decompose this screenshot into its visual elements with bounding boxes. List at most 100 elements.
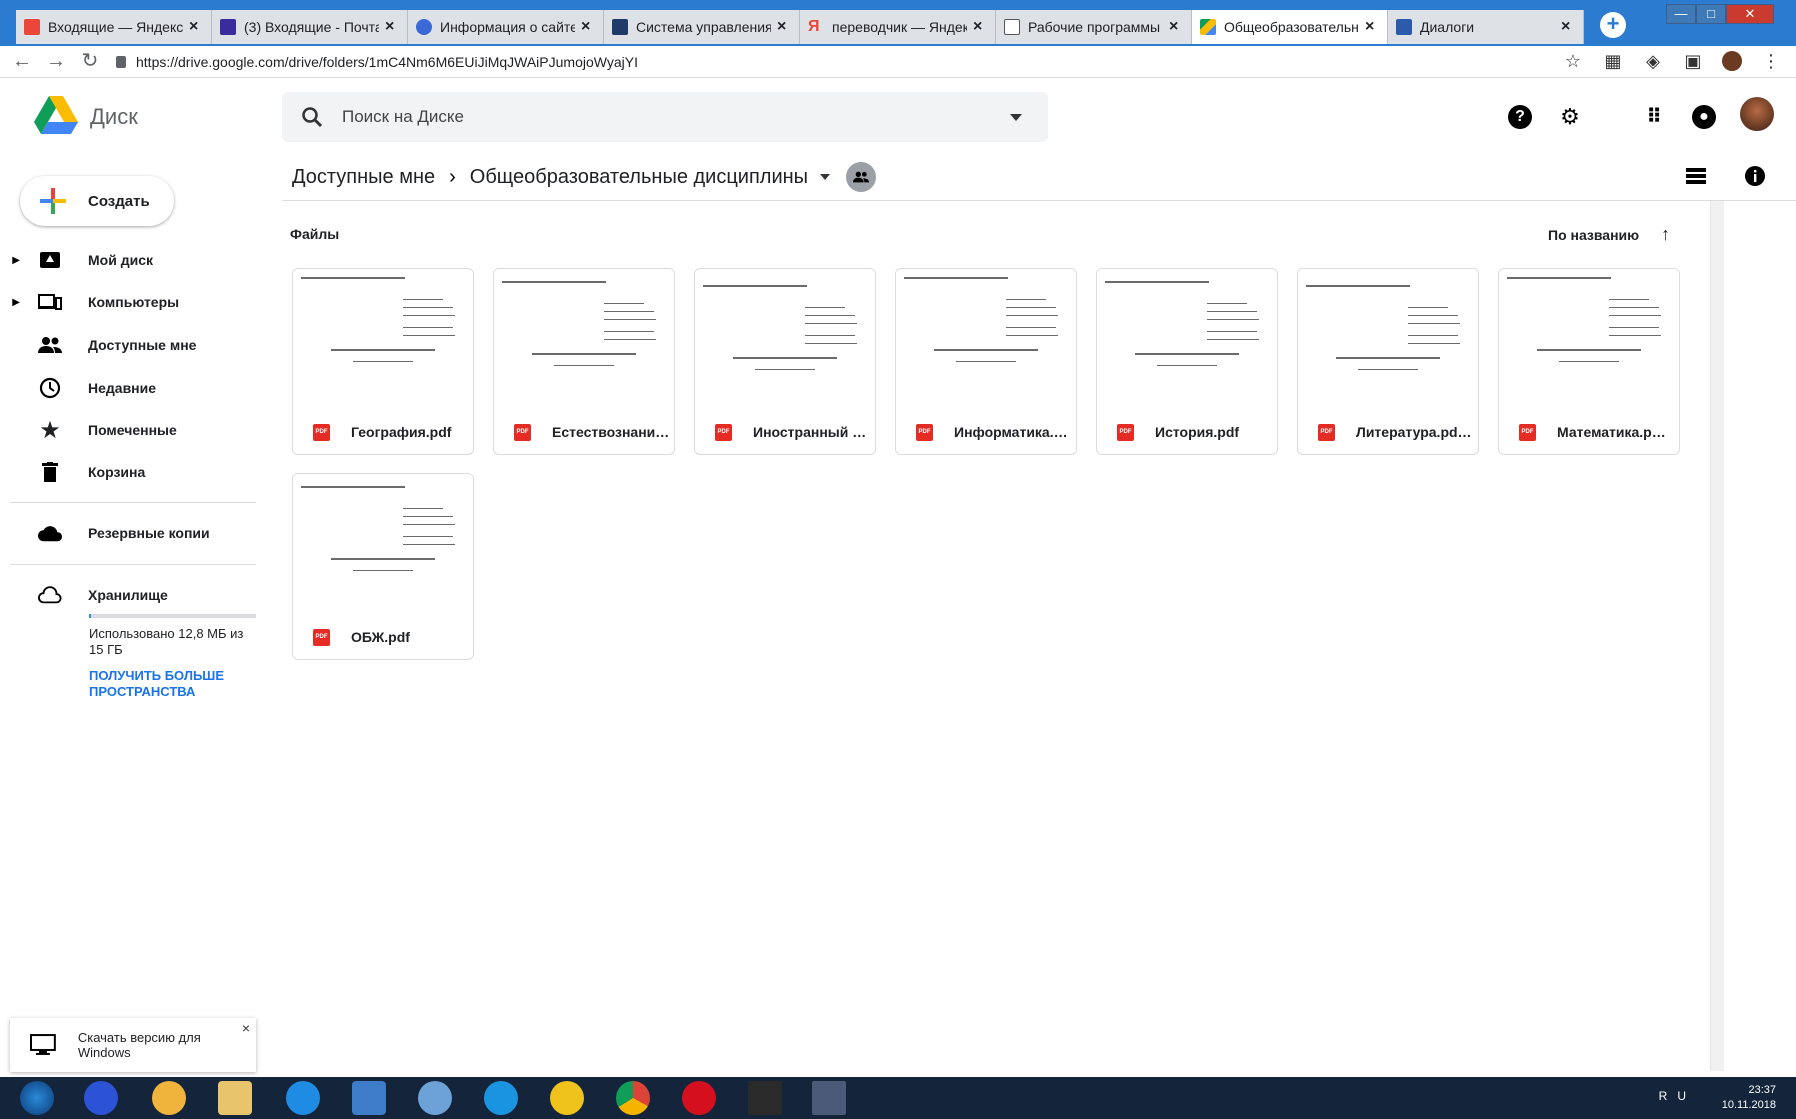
file-meta[interactable]: PDF Математика.p… [1499, 409, 1679, 454]
drive-logo-icon[interactable] [34, 96, 78, 134]
sidebar-item-starred[interactable]: ★ Помеченные [0, 411, 256, 449]
star-icon[interactable]: ☆ [1562, 50, 1584, 72]
minimize-button[interactable]: — [1666, 4, 1696, 24]
file-card[interactable]: PDF История.pdf [1096, 268, 1278, 455]
opera-icon[interactable] [682, 1081, 716, 1115]
browser-tab-active[interactable]: Общеобразовательны × [1192, 10, 1388, 44]
close-icon[interactable]: × [242, 1020, 250, 1036]
file-card[interactable]: PDF Естествознани… [493, 268, 675, 455]
search-icon[interactable] [300, 105, 324, 129]
file-thumbnail[interactable] [1097, 269, 1277, 409]
puzzle-extension-icon[interactable]: ▣ [1682, 50, 1704, 72]
browser-tab[interactable]: Диалоги × [1388, 10, 1584, 44]
download-desktop-banner[interactable]: Скачать версию для Windows × [10, 1018, 256, 1072]
close-icon[interactable]: × [1365, 18, 1379, 36]
shared-folder-icon[interactable] [846, 162, 877, 192]
chrome-active-icon[interactable] [812, 1081, 846, 1115]
close-icon[interactable]: × [385, 18, 399, 36]
close-icon[interactable]: × [1561, 18, 1575, 36]
file-explorer-icon[interactable] [218, 1081, 252, 1115]
profile-avatar-icon[interactable] [1722, 51, 1742, 71]
microphone-icon[interactable] [84, 1081, 118, 1115]
browser-tab[interactable]: Входящие — Яндекс.П × [16, 10, 212, 44]
close-icon[interactable]: × [1169, 18, 1183, 36]
sort-label[interactable]: По названию [1548, 227, 1639, 243]
sidebar-item-shared[interactable]: Доступные мне [0, 326, 256, 364]
file-meta[interactable]: PDF Информатика.… [896, 409, 1076, 454]
sidebar-item-storage[interactable]: Хранилище [0, 576, 256, 614]
system-clock[interactable]: 23:37 10.11.2018 [1722, 1083, 1776, 1113]
file-thumbnail[interactable] [1499, 269, 1679, 409]
file-thumbnail[interactable] [1298, 269, 1478, 409]
folder-menu-dropdown-icon[interactable] [820, 174, 831, 180]
file-card[interactable]: PDF Математика.p… [1498, 268, 1680, 455]
file-card[interactable]: PDF География.pdf [292, 268, 474, 455]
scrollbar[interactable] [1710, 201, 1724, 1071]
excel-icon[interactable] [748, 1081, 782, 1115]
search-input[interactable]: Поиск на Диске [342, 107, 1010, 127]
file-card[interactable]: PDF Информатика.… [895, 268, 1077, 455]
file-meta[interactable]: PDF ОБЖ.pdf [293, 614, 473, 659]
internet-explorer-icon[interactable] [286, 1081, 320, 1115]
reload-icon[interactable]: ↻ [78, 50, 102, 74]
browser-tab[interactable]: Информация о сайте × [408, 10, 604, 44]
sort-control[interactable]: По названию ↑ [1548, 224, 1670, 245]
apps-extension-icon[interactable]: ▦ [1602, 50, 1624, 72]
back-arrow-icon[interactable]: ← [10, 50, 34, 74]
kebab-menu-icon[interactable]: ⋮ [1760, 50, 1782, 72]
file-meta[interactable]: PDF География.pdf [293, 409, 473, 454]
browser-tab[interactable]: Система управления × [604, 10, 800, 44]
sidebar-item-my-drive[interactable]: ▶ Мой диск [0, 241, 256, 279]
sidebar-item-trash[interactable]: Корзина [0, 453, 256, 491]
address-bar[interactable]: https://drive.google.com/drive/folders/1… [116, 54, 1516, 70]
close-icon[interactable]: × [973, 18, 987, 36]
notifications-icon[interactable]: ● [1692, 104, 1716, 129]
file-meta[interactable]: PDF Литература.pd… [1298, 409, 1478, 454]
close-icon[interactable]: × [777, 18, 791, 36]
browser-tab[interactable]: Я переводчик — Яндекс × [800, 10, 996, 44]
search-options-dropdown-icon[interactable] [1010, 113, 1022, 121]
window-close-button[interactable]: ✕ [1726, 4, 1774, 24]
help-icon[interactable]: ? [1508, 104, 1532, 129]
create-button[interactable]: Создать [20, 176, 174, 226]
arrow-up-icon[interactable]: ↑ [1661, 224, 1670, 245]
file-thumbnail[interactable] [896, 269, 1076, 409]
new-tab-button[interactable]: + [1600, 12, 1626, 38]
file-meta[interactable]: PDF Иностранный … [695, 409, 875, 454]
file-thumbnail[interactable] [695, 269, 875, 409]
gear-icon[interactable]: ⚙ [1558, 104, 1582, 129]
browser-tab[interactable]: (3) Входящие - Почта × [212, 10, 408, 44]
sidebar-item-computers[interactable]: ▶ Компьютеры [0, 283, 256, 321]
file-meta[interactable]: PDF Естествознани… [494, 409, 674, 454]
list-view-icon[interactable] [1686, 168, 1706, 184]
search-box[interactable]: Поиск на Диске [282, 92, 1048, 142]
apps-grid-icon[interactable]: ⠿ [1642, 105, 1666, 129]
file-card[interactable]: PDF Литература.pd… [1297, 268, 1479, 455]
system-tray-icons[interactable]: RU [1659, 1089, 1696, 1103]
file-meta[interactable]: PDF История.pdf [1097, 409, 1277, 454]
chrome-icon[interactable] [616, 1081, 650, 1115]
expand-caret-icon[interactable]: ▶ [0, 255, 20, 266]
sidebar-item-recent[interactable]: Недавние [0, 369, 256, 407]
sidebar-item-backups[interactable]: Резервные копии [0, 514, 256, 552]
close-icon[interactable]: × [189, 18, 203, 36]
paint-icon[interactable] [418, 1081, 452, 1115]
file-thumbnail[interactable] [293, 269, 473, 409]
app-title[interactable]: Диск [90, 104, 138, 130]
expand-caret-icon[interactable]: ▶ [0, 297, 20, 308]
file-card[interactable]: PDF ОБЖ.pdf [292, 473, 474, 660]
skype-icon[interactable] [484, 1081, 518, 1115]
file-card[interactable]: PDF Иностранный … [694, 268, 876, 455]
input-language[interactable]: RU [1659, 1089, 1696, 1103]
calculator-icon[interactable] [352, 1081, 386, 1115]
breadcrumb-current-folder[interactable]: Общеобразовательные дисциплины [470, 166, 808, 189]
file-thumbnail[interactable] [494, 269, 674, 409]
maximize-button[interactable]: □ [1696, 4, 1726, 24]
upgrade-storage-link[interactable]: Получить больше пространства [89, 668, 261, 700]
breadcrumb-parent[interactable]: Доступные мне [292, 166, 435, 189]
shield-extension-icon[interactable]: ◈ [1642, 50, 1664, 72]
info-icon[interactable] [1744, 165, 1766, 187]
app-icon[interactable] [152, 1081, 186, 1115]
browser-tab[interactable]: Рабочие программы × [996, 10, 1192, 44]
file-thumbnail[interactable] [293, 474, 473, 614]
